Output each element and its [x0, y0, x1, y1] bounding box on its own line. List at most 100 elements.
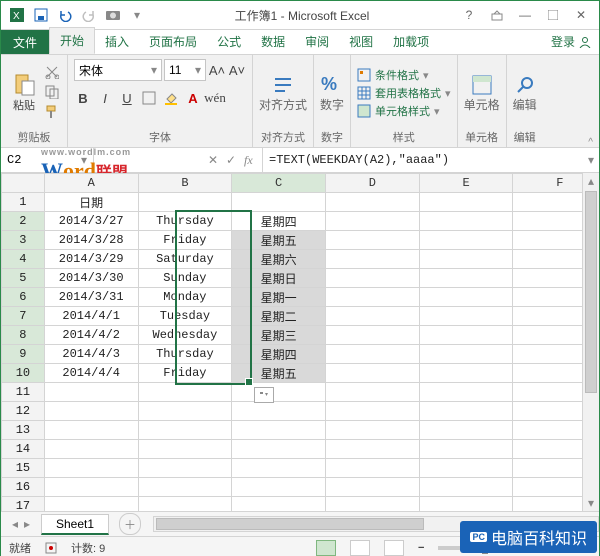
cell[interactable]: [419, 231, 513, 250]
cell[interactable]: [326, 212, 420, 231]
scroll-up-icon[interactable]: ▴: [583, 173, 599, 189]
row-header[interactable]: 13: [2, 421, 45, 440]
cell[interactable]: 星期一: [232, 288, 326, 307]
row-header[interactable]: 14: [2, 440, 45, 459]
row-header[interactable]: 10: [2, 364, 45, 383]
font-name-combo[interactable]: 宋体▾: [74, 59, 162, 81]
row-header[interactable]: 7: [2, 307, 45, 326]
scroll-thumb[interactable]: [585, 191, 597, 393]
sheet-tab-active[interactable]: Sheet1: [41, 514, 109, 535]
col-header-E[interactable]: E: [419, 174, 513, 193]
accept-entry-icon[interactable]: ✓: [226, 153, 240, 167]
number-format-button[interactable]: % 数字: [320, 74, 344, 113]
camera-icon[interactable]: [105, 7, 121, 23]
cell[interactable]: [419, 478, 513, 497]
sheet-prev-icon[interactable]: ◂: [12, 517, 18, 531]
cell[interactable]: 星期五: [232, 231, 326, 250]
cell[interactable]: [419, 288, 513, 307]
cell[interactable]: [326, 421, 420, 440]
underline-button[interactable]: U: [118, 89, 136, 107]
cell-styles-button[interactable]: 单元格样式▾: [357, 103, 451, 119]
cell[interactable]: [419, 193, 513, 212]
cell[interactable]: [138, 421, 232, 440]
autofill-options-button[interactable]: [254, 387, 274, 403]
cell[interactable]: [419, 250, 513, 269]
tab-page-layout[interactable]: 页面布局: [139, 29, 207, 54]
cell[interactable]: 2014/4/3: [44, 345, 138, 364]
sheet-next-icon[interactable]: ▸: [24, 517, 30, 531]
col-header-B[interactable]: B: [138, 174, 232, 193]
cell[interactable]: [44, 421, 138, 440]
cell[interactable]: [44, 383, 138, 402]
record-macro-icon[interactable]: [45, 542, 57, 554]
row-header[interactable]: 16: [2, 478, 45, 497]
copy-icon[interactable]: [45, 85, 61, 101]
cell[interactable]: 星期五: [232, 364, 326, 383]
cell[interactable]: 星期六: [232, 250, 326, 269]
view-page-layout-button[interactable]: [350, 540, 370, 556]
cell[interactable]: 星期二: [232, 307, 326, 326]
scroll-down-icon[interactable]: ▾: [583, 495, 599, 511]
cell[interactable]: [138, 497, 232, 512]
cell[interactable]: [138, 193, 232, 212]
conditional-format-button[interactable]: 条件格式▾: [357, 67, 451, 83]
cell[interactable]: 2014/3/28: [44, 231, 138, 250]
row-header[interactable]: 17: [2, 497, 45, 512]
cell[interactable]: 星期日: [232, 269, 326, 288]
cell[interactable]: [326, 478, 420, 497]
cell[interactable]: [232, 402, 326, 421]
zoom-out-button[interactable]: −: [418, 542, 424, 554]
maximize-icon[interactable]: [543, 5, 563, 25]
collapse-ribbon-icon[interactable]: ^: [588, 137, 593, 148]
cell[interactable]: Wednesday: [138, 326, 232, 345]
cell[interactable]: [326, 288, 420, 307]
tab-home[interactable]: 开始: [49, 27, 95, 54]
phonetic-icon[interactable]: wén: [206, 89, 224, 107]
tab-addins[interactable]: 加载项: [383, 29, 439, 54]
cell[interactable]: [326, 250, 420, 269]
cell[interactable]: Thursday: [138, 345, 232, 364]
cell[interactable]: [138, 478, 232, 497]
minimize-icon[interactable]: —: [515, 5, 535, 25]
view-page-break-button[interactable]: [384, 540, 404, 556]
cell[interactable]: [138, 402, 232, 421]
row-header[interactable]: 2: [2, 212, 45, 231]
cell[interactable]: Friday: [138, 364, 232, 383]
cell[interactable]: [326, 383, 420, 402]
col-header-D[interactable]: D: [326, 174, 420, 193]
cell[interactable]: Friday: [138, 231, 232, 250]
cell[interactable]: 日期: [44, 193, 138, 212]
cell[interactable]: [44, 478, 138, 497]
cell[interactable]: Sunday: [138, 269, 232, 288]
fill-color-icon[interactable]: [162, 89, 180, 107]
cell[interactable]: [326, 497, 420, 512]
cell[interactable]: 2014/3/29: [44, 250, 138, 269]
cell[interactable]: [419, 269, 513, 288]
cell[interactable]: [232, 459, 326, 478]
cell[interactable]: [326, 269, 420, 288]
col-header-C[interactable]: C: [232, 174, 326, 193]
cell[interactable]: 2014/3/27: [44, 212, 138, 231]
cell[interactable]: [44, 459, 138, 478]
sheet-nav[interactable]: ◂▸: [1, 517, 41, 531]
row-header[interactable]: 4: [2, 250, 45, 269]
row-header[interactable]: 8: [2, 326, 45, 345]
cell[interactable]: 2014/4/4: [44, 364, 138, 383]
cell[interactable]: [326, 459, 420, 478]
cell[interactable]: 2014/4/1: [44, 307, 138, 326]
cancel-entry-icon[interactable]: ✕: [208, 153, 222, 167]
italic-button[interactable]: I: [96, 89, 114, 107]
cell[interactable]: [232, 421, 326, 440]
format-painter-icon[interactable]: [45, 105, 61, 121]
row-header[interactable]: 3: [2, 231, 45, 250]
save-icon[interactable]: [33, 7, 49, 23]
cell[interactable]: [419, 459, 513, 478]
help-icon[interactable]: ?: [459, 5, 479, 25]
cell[interactable]: [419, 307, 513, 326]
sign-in[interactable]: 登录: [543, 29, 599, 54]
cut-icon[interactable]: [45, 65, 61, 81]
font-color-icon[interactable]: A: [184, 89, 202, 107]
tab-formulas[interactable]: 公式: [207, 29, 251, 54]
cell[interactable]: Thursday: [138, 212, 232, 231]
cell[interactable]: [232, 497, 326, 512]
